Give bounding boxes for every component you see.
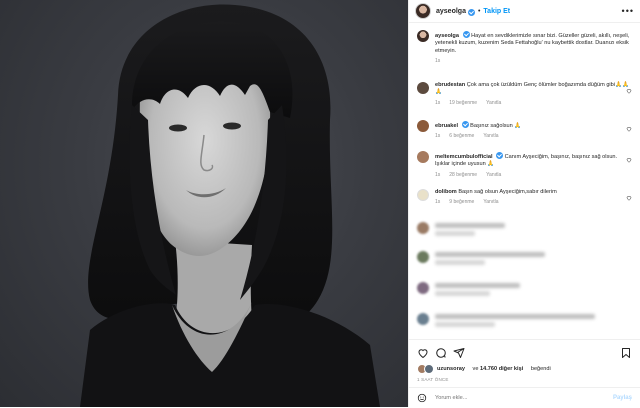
post-header: ayseolga • Takip Et ••• (409, 0, 640, 23)
comment-text: Çok ama çok üzüldüm Genç ölümler boğazım… (435, 82, 629, 96)
follow-button[interactable]: Takip Et (483, 8, 510, 15)
comment-time: 1s (435, 133, 441, 140)
blurred-avatar (417, 313, 429, 325)
blurred-line (435, 291, 490, 296)
post-date: 1 SAAT ÖNCE (417, 377, 449, 382)
comment-item: ebrudestan Çok ama çok üzüldüm Genç ölüm… (417, 82, 632, 107)
share-icon[interactable] (453, 347, 465, 359)
blurred-avatar (417, 222, 429, 234)
verified-badge-icon (462, 31, 470, 38)
verified-badge-icon (461, 121, 469, 128)
liker-avatar (424, 364, 434, 374)
comment-text: Başınız sağolsun 🙏 (470, 123, 522, 129)
separator-dot: • (477, 7, 481, 15)
comment-avatar[interactable] (417, 120, 429, 132)
verified-badge-icon (467, 8, 475, 16)
comment-likes[interactable]: 6 beğenme (449, 133, 474, 140)
comment-time: 1s (435, 171, 441, 178)
reply-button[interactable]: Yanıtla (483, 199, 498, 206)
liked-suffix: beğendi (530, 366, 551, 372)
blurred-line (435, 314, 595, 319)
comment-username[interactable]: dolibom (435, 189, 457, 195)
blurred-comment (417, 280, 632, 296)
caption-time: 1s (435, 58, 441, 65)
comment-username[interactable]: meltemcumbulofficial (435, 154, 493, 160)
blurred-comment (417, 249, 632, 265)
blurred-comment (417, 311, 632, 327)
like-comment-heart-icon[interactable] (626, 195, 632, 201)
like-comment-heart-icon[interactable] (626, 126, 632, 132)
blurred-line (435, 252, 545, 257)
reply-button[interactable]: Yanıtla (483, 133, 498, 140)
author-username[interactable]: ayseolga (436, 8, 466, 15)
caption-avatar[interactable] (417, 30, 429, 42)
comment-likes[interactable]: 28 beğenme (449, 172, 477, 179)
comment-item: dolibom Başın sağ olsun Ayşeciğim,sabır … (417, 189, 632, 207)
comment-item: ebruakel Başınız sağolsun 🙏 1s 6 beğenme… (417, 120, 632, 141)
liked-by-count[interactable]: 14.760 diğer kişi (480, 366, 523, 372)
blurred-line (435, 223, 505, 228)
post-comment-button[interactable]: Paylaş (613, 395, 632, 401)
add-comment-bar: Paylaş (409, 387, 640, 408)
comment-likes[interactable]: 9 beğenme (449, 199, 474, 206)
comment-avatar[interactable] (417, 189, 429, 201)
liked-by-connector: ve (472, 366, 479, 372)
comment-text: Başın sağ olsun Ayşeciğim,sabır dilerim (458, 189, 557, 195)
instagram-post: ayseolga • Takip Et ••• ayseolga Hayat e… (0, 0, 640, 407)
comment-username[interactable]: ebrudestan (435, 82, 465, 88)
author-avatar[interactable] (415, 3, 431, 19)
reply-button[interactable]: Yanıtla (486, 172, 501, 179)
comments-list[interactable]: ayseolga Hayat en sevdiklerimizle sınar … (409, 24, 640, 360)
comment-time: 1s (435, 99, 441, 106)
like-heart-icon[interactable] (417, 347, 429, 359)
blurred-line (435, 260, 485, 265)
post-actions: uzunsoray ve 14.760 diğer kişi beğendi 1… (409, 339, 640, 382)
more-options-icon[interactable]: ••• (622, 6, 634, 16)
reply-button[interactable]: Yanıtla (486, 100, 501, 107)
likes-summary: uzunsoray ve 14.760 diğer kişi beğendi (417, 364, 632, 374)
comment-avatar[interactable] (417, 82, 429, 94)
comment-item: meltemcumbulofficial Canım Ayşeciğim, ba… (417, 151, 632, 179)
blurred-avatar (417, 282, 429, 294)
comment-input[interactable] (433, 394, 587, 402)
post-photo[interactable] (0, 0, 408, 407)
like-comment-heart-icon[interactable] (626, 88, 632, 94)
comment-likes[interactable]: 19 beğenme (449, 100, 477, 107)
caption: ayseolga Hayat en sevdiklerimizle sınar … (417, 30, 632, 66)
caption-username[interactable]: ayseolga (435, 33, 459, 39)
comment-icon[interactable] (435, 347, 447, 359)
blurred-avatar (417, 251, 429, 263)
blurred-line (435, 322, 495, 327)
comment-username[interactable]: ebruakel (435, 123, 458, 129)
blurred-line (435, 283, 520, 288)
verified-badge-icon (496, 152, 504, 159)
comment-time: 1s (435, 199, 441, 206)
save-bookmark-icon[interactable] (620, 347, 632, 359)
like-comment-heart-icon[interactable] (626, 157, 632, 163)
comment-avatar[interactable] (417, 151, 429, 163)
portrait-image (80, 4, 380, 407)
blurred-line (435, 231, 475, 236)
liked-by-username[interactable]: uzunsoray (437, 366, 465, 372)
emoji-icon[interactable] (417, 393, 427, 403)
comments-panel: ayseolga • Takip Et ••• ayseolga Hayat e… (408, 0, 640, 407)
blurred-comment (417, 220, 632, 236)
